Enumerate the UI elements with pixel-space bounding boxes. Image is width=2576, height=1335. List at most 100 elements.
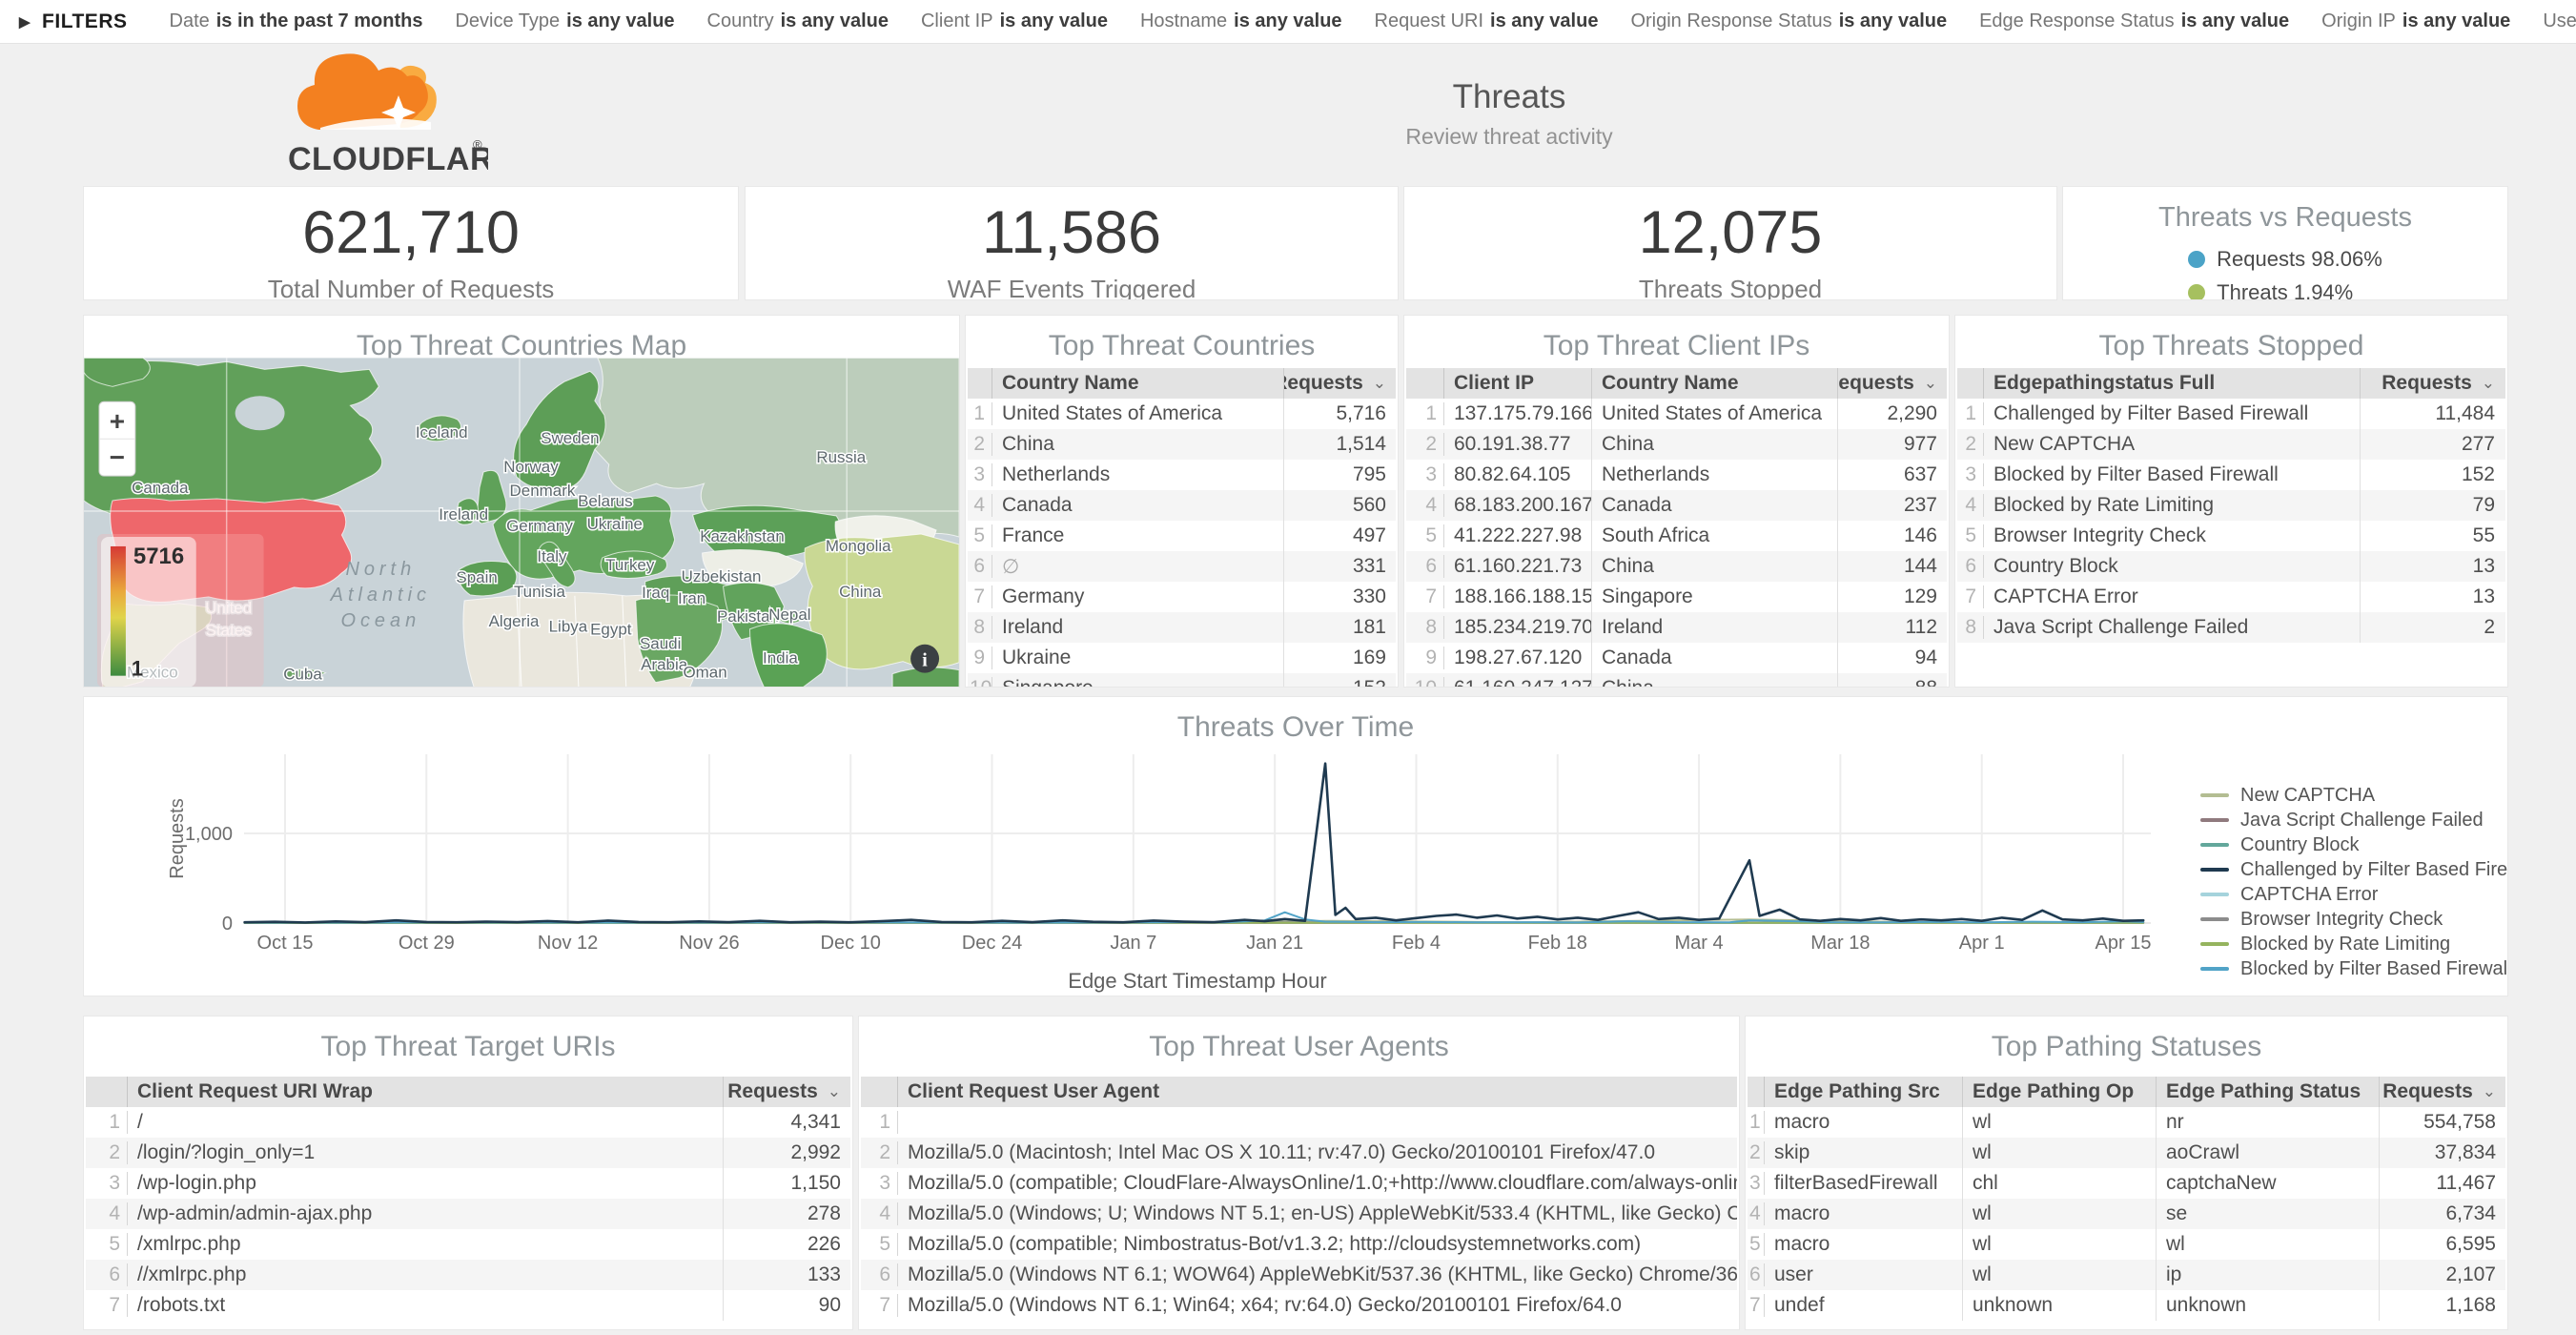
table-row[interactable]: 4macrowlse6,734: [1748, 1199, 2505, 1229]
table-row[interactable]: 468.183.200.167Canada237: [1406, 490, 1947, 521]
filter-country[interactable]: Countryis any value: [707, 10, 889, 32]
table-cell: 90: [723, 1290, 850, 1321]
table-row[interactable]: 10Singapore152: [968, 673, 1396, 688]
table-row[interactable]: 6//xmlrpc.php133: [86, 1260, 850, 1290]
column-header[interactable]: Country Name: [1591, 368, 1837, 399]
world-map[interactable]: CanadaUnitedStatesMexicoCubaIcelandIrela…: [84, 358, 959, 688]
column-header-sortable[interactable]: Requests⌄: [723, 1077, 850, 1107]
column-header[interactable]: Client Request User Agent: [898, 1080, 1737, 1103]
table-row[interactable]: 2New CAPTCHA277: [1957, 429, 2505, 460]
table-row[interactable]: 1061.160.247.127China88: [1406, 673, 1947, 688]
column-header-sortable[interactable]: Requests⌄: [1837, 368, 1947, 399]
table-row[interactable]: 1/4,341: [86, 1107, 850, 1138]
legend-item[interactable]: Country Block: [2200, 832, 2508, 857]
column-header[interactable]: Edge Pathing Src: [1765, 1080, 1962, 1103]
table-row[interactable]: 4Canada560: [968, 490, 1396, 521]
filter-user-agent[interactable]: User Agentis any value: [2543, 10, 2576, 32]
table-cell: Browser Integrity Check: [1984, 524, 2360, 547]
table-row[interactable]: 4Mozilla/5.0 (Windows; U; Windows NT 5.1…: [861, 1199, 1737, 1229]
table-row[interactable]: 6Country Block13: [1957, 551, 2505, 582]
table-row[interactable]: 6∅331: [968, 551, 1396, 582]
table-row[interactable]: 260.191.38.77China977: [1406, 429, 1947, 460]
legend-item[interactable]: Java Script Challenge Failed: [2200, 808, 2508, 832]
table-row[interactable]: 7Germany330: [968, 582, 1396, 612]
table-row[interactable]: 9198.27.67.120Canada94: [1406, 643, 1947, 673]
table-row[interactable]: 380.82.64.105Netherlands637: [1406, 460, 1947, 490]
filter-client-ip[interactable]: Client IPis any value: [921, 10, 1108, 32]
column-header[interactable]: Edge Pathing Status: [2156, 1077, 2379, 1107]
table-row[interactable]: 2skipwlaoCrawl37,834: [1748, 1138, 2505, 1168]
table-row[interactable]: 7CAPTCHA Error13: [1957, 582, 2505, 612]
pie-legend-item[interactable]: Threats 1.94%: [2188, 280, 2382, 300]
column-header[interactable]: Edge Pathing Op: [1962, 1077, 2156, 1107]
table-row[interactable]: 2/login/?login_only=12,992: [86, 1138, 850, 1168]
pie-legend-item[interactable]: Requests 98.06%: [2188, 247, 2382, 272]
table-row[interactable]: 3Blocked by Filter Based Firewall152: [1957, 460, 2505, 490]
filter-origin-response-status[interactable]: Origin Response Statusis any value: [1630, 10, 1947, 32]
table-row[interactable]: 7/robots.txt90: [86, 1290, 850, 1321]
column-header[interactable]: Client Request URI Wrap: [128, 1080, 723, 1103]
row-number: 4: [1748, 1202, 1765, 1225]
table-row[interactable]: 6Mozilla/5.0 (Windows NT 6.1; WOW64) App…: [861, 1260, 1737, 1290]
threats-over-time-panel: Threats Over Time Oct 15Oct 29Nov 12Nov …: [83, 696, 2508, 996]
table-row[interactable]: 1Challenged by Filter Based Firewall11,4…: [1957, 399, 2505, 429]
column-header[interactable]: Edgepathingstatus Full: [1984, 372, 2360, 395]
table-row[interactable]: 5/xmlrpc.php226: [86, 1229, 850, 1260]
zoom-out-button[interactable]: −: [110, 442, 125, 472]
table-row[interactable]: 5Browser Integrity Check55: [1957, 521, 2505, 551]
legend-item[interactable]: Blocked by Filter Based Firewall: [2200, 956, 2508, 981]
table-cell: Netherlands: [992, 463, 1283, 486]
table-cell: Blocked by Rate Limiting: [1984, 494, 2360, 517]
map-info-button[interactable]: i: [910, 645, 939, 673]
filter-device-type[interactable]: Device Typeis any value: [455, 10, 674, 32]
table-row[interactable]: 8185.234.219.70Ireland112: [1406, 612, 1947, 643]
table-row[interactable]: 1United States of America5,716: [968, 399, 1396, 429]
threats-over-time-chart[interactable]: Oct 15Oct 29Nov 12Nov 26Dec 10Dec 24Jan …: [84, 697, 2507, 996]
column-header[interactable]: Client IP: [1444, 372, 1591, 395]
column-header[interactable]: Country Name: [992, 372, 1283, 395]
legend-item[interactable]: New CAPTCHA: [2200, 783, 2508, 808]
stat-label: Total Number of Requests: [84, 275, 738, 300]
table-row[interactable]: 8Ireland181: [968, 612, 1396, 643]
zoom-in-button[interactable]: +: [110, 406, 125, 436]
table-row[interactable]: 5macrowlwl6,595: [1748, 1229, 2505, 1260]
table-row[interactable]: 4Blocked by Rate Limiting79: [1957, 490, 2505, 521]
table-row[interactable]: 7undefunknownunknown1,168: [1748, 1290, 2505, 1321]
column-header-sortable[interactable]: Requests⌄: [2379, 1077, 2505, 1107]
table-row[interactable]: 7Mozilla/5.0 (Windows NT 6.1; Win64; x64…: [861, 1290, 1737, 1321]
table-row[interactable]: 3/wp-login.php1,150: [86, 1168, 850, 1199]
legend-item[interactable]: Challenged by Filter Based Firewall: [2200, 857, 2508, 882]
table-row[interactable]: 8Java Script Challenge Failed2: [1957, 612, 2505, 643]
table-cell: 88: [1837, 673, 1947, 688]
table-row[interactable]: 3Mozilla/5.0 (compatible; CloudFlare-Alw…: [861, 1168, 1737, 1199]
table-row[interactable]: 1137.175.79.166United States of America2…: [1406, 399, 1947, 429]
table-row[interactable]: 5France497: [968, 521, 1396, 551]
legend-item[interactable]: Blocked by Rate Limiting: [2200, 932, 2508, 956]
table-row[interactable]: 1: [861, 1107, 1737, 1138]
table-cell: wl: [1962, 1260, 2156, 1290]
legend-dot: [2188, 284, 2205, 300]
legend-item[interactable]: CAPTCHA Error: [2200, 882, 2508, 907]
table-row[interactable]: 661.160.221.73China144: [1406, 551, 1947, 582]
filter-edge-response-status[interactable]: Edge Response Statusis any value: [1979, 10, 2289, 32]
table-row[interactable]: 5Mozilla/5.0 (compatible; Nimbostratus-B…: [861, 1229, 1737, 1260]
table-row[interactable]: 7188.166.188.152Singapore129: [1406, 582, 1947, 612]
country-label: Iraq: [642, 584, 669, 602]
table-row[interactable]: 2Mozilla/5.0 (Macintosh; Intel Mac OS X …: [861, 1138, 1737, 1168]
table-row[interactable]: 1macrowlnr554,758: [1748, 1107, 2505, 1138]
table-row[interactable]: 4/wp-admin/admin-ajax.php278: [86, 1199, 850, 1229]
table-row[interactable]: 3filterBasedFirewallchlcaptchaNew11,467: [1748, 1168, 2505, 1199]
filter-date[interactable]: Dateis in the past 7 months: [170, 10, 423, 32]
filters-toggle[interactable]: ▶ FILTERS: [19, 10, 128, 33]
table-row[interactable]: 3Netherlands795: [968, 460, 1396, 490]
filter-origin-ip[interactable]: Origin IPis any value: [2321, 10, 2510, 32]
table-row[interactable]: 2China1,514: [968, 429, 1396, 460]
filter-request-uri[interactable]: Request URIis any value: [1375, 10, 1599, 32]
table-row[interactable]: 6userwlip2,107: [1748, 1260, 2505, 1290]
legend-item[interactable]: Browser Integrity Check: [2200, 907, 2508, 932]
column-header-sortable[interactable]: Requests⌄: [2360, 368, 2504, 399]
table-row[interactable]: 541.222.227.98South Africa146: [1406, 521, 1947, 551]
table-row[interactable]: 9Ukraine169: [968, 643, 1396, 673]
column-header-sortable[interactable]: Requests⌄: [1283, 368, 1396, 399]
filter-hostname[interactable]: Hostnameis any value: [1140, 10, 1342, 32]
